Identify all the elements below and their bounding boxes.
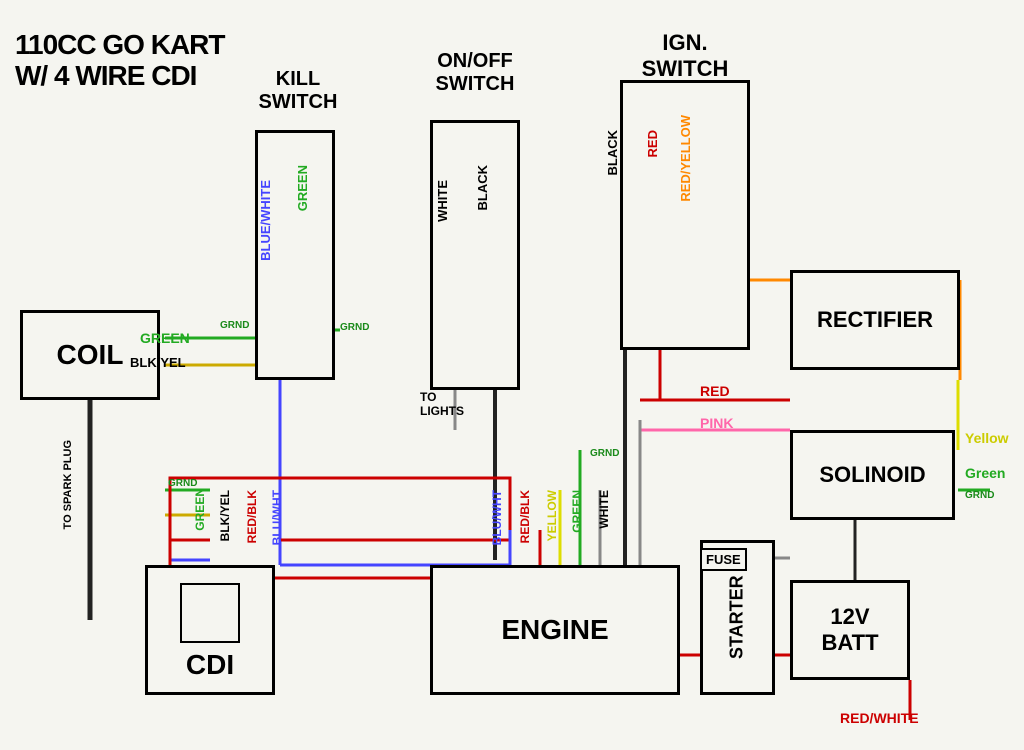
black-onoff-label: BLACK (475, 165, 490, 211)
solinoid-box: SOLINOID (790, 430, 955, 520)
grnd-coil-label: GRND (220, 320, 249, 331)
cdi-box: CDI (145, 565, 275, 695)
yellow-sol-label: Yellow (965, 430, 1009, 446)
blk-yel-coil-label: BLK/YEL (130, 355, 186, 370)
red-white-label: RED/WHITE (840, 710, 919, 726)
onoff-switch-title: ON/OFFSWITCH (420, 50, 530, 96)
grnd-eng-label: GRND (590, 448, 619, 459)
diagram-title: 110CC GO KART W/ 4 WIRE CDI (15, 30, 225, 92)
grnd-kill-label: GRND (340, 322, 369, 333)
yellow-eng-label: YELLOW (545, 490, 559, 541)
pink-label: PINK (700, 415, 733, 431)
red-rect-label: RED (700, 383, 730, 399)
white-eng-label: WHITE (597, 490, 611, 529)
rectifier-box: RECTIFIER (790, 270, 960, 370)
green-eng-label: GREEN (570, 490, 584, 533)
spark-plug-label: TO SPARK PLUG (62, 440, 74, 529)
blk-yel-cdi-label: BLK/YEL (218, 490, 232, 541)
red-ign-label: RED (645, 130, 660, 157)
blue-white-label: BLUE/WHITE (258, 180, 273, 261)
to-lights-label: TOLIGHTS (420, 390, 464, 418)
red-yellow-ign-label: RED/YELLOW (678, 115, 693, 202)
white-onoff-label: WHITE (435, 180, 450, 222)
onoff-switch-box (430, 120, 520, 390)
kill-switch-title: KILLSWITCH (248, 68, 348, 114)
green-cdi-label: GREEN (193, 488, 207, 531)
engine-box: ENGINE (430, 565, 680, 695)
grnd-sol-label: GRND (965, 490, 994, 501)
fuse-label: FUSE (700, 548, 747, 571)
green-sol-label: Green (965, 465, 1005, 481)
red-blk-eng-label: RED/BLK (518, 490, 532, 543)
title-line1: 110CC GO KART (15, 29, 225, 60)
blu-wht-eng-label: BLU/WHT (490, 490, 504, 545)
title-line2: W/ 4 WIRE CDI (15, 60, 196, 91)
green-kill-label: GREEN (295, 165, 310, 211)
cdi-inner-box (180, 583, 240, 643)
batt-box: 12VBATT (790, 580, 910, 680)
green-coil-label: GREEN (140, 330, 190, 346)
wiring-diagram: 110CC GO KART W/ 4 WIRE CDI KILLSWITCH O… (0, 0, 1024, 750)
red-blk-cdi-label: RED/BLK (245, 490, 259, 543)
blu-wht-cdi-label: BLU/WHT (270, 490, 284, 545)
black-ign-label: BLACK (605, 130, 620, 176)
ign-switch-title: IGN.SWITCH (620, 30, 750, 82)
